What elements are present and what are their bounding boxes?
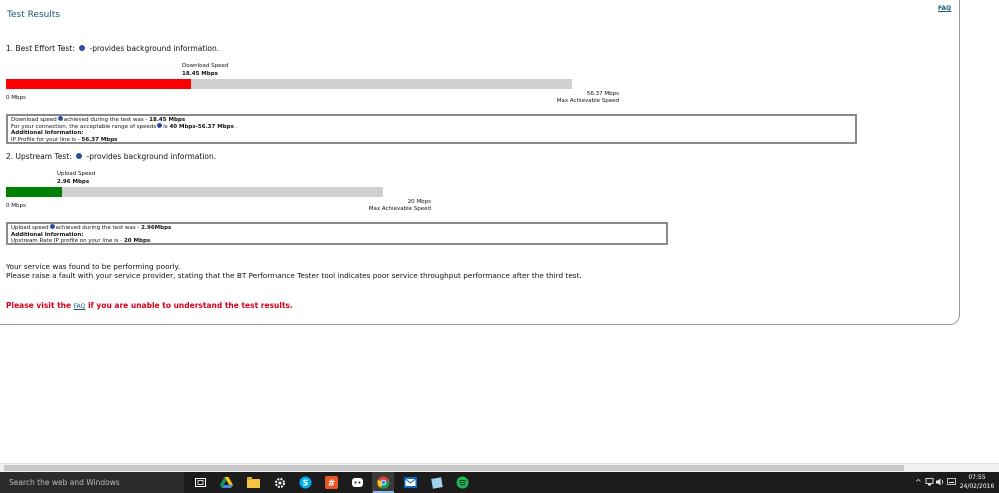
scrollbar-thumb[interactable] (4, 465, 904, 471)
summary-text: Your service was found to be performing … (6, 262, 582, 280)
info-icon[interactable] (79, 45, 86, 51)
download-result-box: Download speed achieved during the test w… (6, 114, 857, 144)
info-icon[interactable] (49, 224, 55, 229)
outlook-icon[interactable] (403, 475, 418, 490)
settings-icon[interactable] (272, 475, 287, 490)
upload-result-box: Upload speed achieved during the test was… (6, 222, 668, 245)
faq-notice: Please visit the FAQ if you are unable t… (6, 301, 293, 310)
discord-icon[interactable] (350, 475, 365, 490)
upload-speed-bar (6, 187, 383, 197)
chevron-up-icon[interactable]: ^ (915, 478, 922, 487)
upstream-heading: 2. Upstream Test: -provides background i… (6, 152, 217, 161)
spotify-icon[interactable] (455, 475, 470, 490)
download-speed-fill (6, 79, 192, 89)
system-clock[interactable]: 07:55 24/02/2016 (958, 474, 996, 491)
download-max-label: 56.37 Mbps Max Achievable Speed (556, 91, 619, 104)
svg-text:S: S (303, 478, 309, 487)
taskbar-search-box[interactable]: Search the web and Windows (0, 472, 184, 493)
upload-max-label: 20 Mbps Max Achievable Speed (368, 199, 431, 212)
upload-speed-label: Upload Speed 2.96 Mbps (57, 171, 96, 185)
panel-title: Test Results (7, 10, 61, 20)
info-icon[interactable] (76, 153, 83, 159)
slack-icon[interactable]: # (324, 475, 339, 490)
download-speed-bar (6, 79, 572, 89)
network-icon[interactable] (925, 478, 934, 488)
skype-icon[interactable]: S (298, 475, 313, 490)
faq-link-notice[interactable]: FAQ (74, 303, 86, 310)
test-results-panel: Test Results FAQ 1. Best Effort Test: -p… (0, 0, 960, 325)
taskbar: Search the web and Windows S # ^ 07:55 2… (0, 472, 999, 493)
file-explorer-icon[interactable] (246, 475, 261, 490)
upload-speed-value: 2.96 Mbps (57, 179, 90, 185)
faq-link-top[interactable]: FAQ (938, 5, 951, 12)
notes-icon[interactable] (429, 475, 444, 490)
download-min-label: 0 Mbps (6, 95, 26, 101)
svg-text:#: # (328, 479, 336, 489)
volume-icon[interactable] (936, 478, 945, 488)
chrome-icon[interactable] (373, 475, 394, 493)
info-icon[interactable] (157, 122, 163, 128)
upload-min-label: 0 Mbps (6, 203, 26, 209)
download-speed-value: 18.45 Mbps (182, 71, 218, 77)
horizontal-scrollbar[interactable] (0, 463, 999, 472)
info-icon[interactable] (57, 116, 63, 121)
google-drive-icon[interactable] (219, 475, 234, 490)
keyboard-icon[interactable] (947, 478, 956, 487)
best-effort-heading: 1. Best Effort Test: -provides backgroun… (6, 44, 220, 53)
download-speed-label: Download Speed 18.45 Mbps (182, 63, 229, 77)
task-view-icon[interactable] (193, 475, 208, 490)
upload-speed-fill (6, 187, 62, 197)
